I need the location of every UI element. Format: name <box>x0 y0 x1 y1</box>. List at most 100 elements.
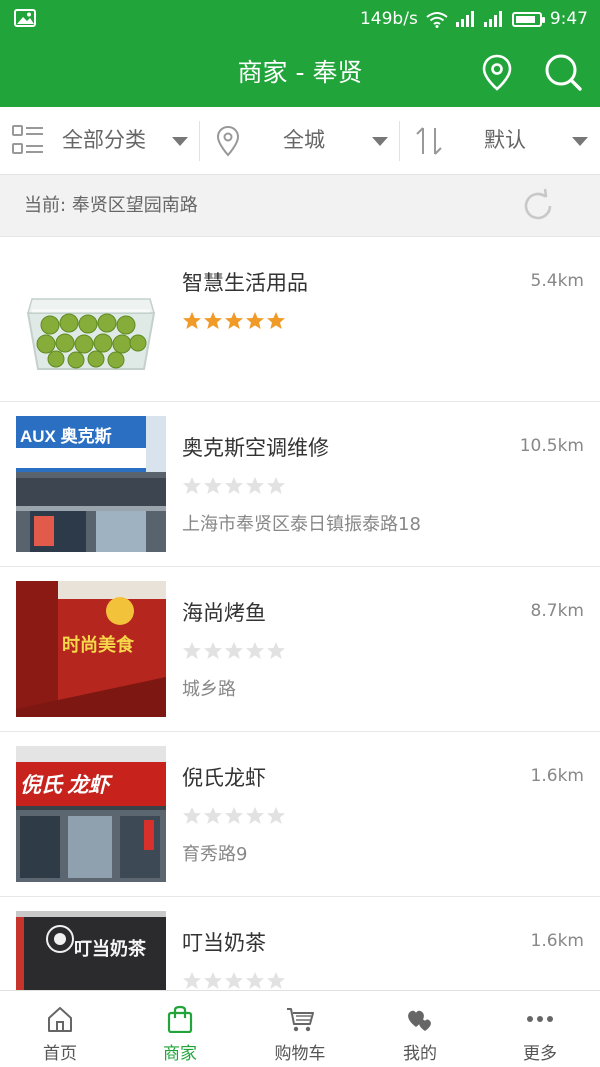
category-filter[interactable]: 全部分类 <box>0 107 199 174</box>
app-header: 商家 - 奉贤 <box>0 38 600 107</box>
shop-list-item[interactable]: 时尚美食 海尚烤鱼 8.7km 城乡路 <box>0 567 600 732</box>
chevron-down-icon <box>172 137 188 146</box>
refresh-icon <box>524 188 552 220</box>
shop-distance: 1.6km <box>530 766 584 786</box>
star-empty-icon <box>267 807 285 824</box>
wifi-icon <box>426 11 448 28</box>
location-pin-icon <box>482 54 512 91</box>
storefront-sign-text: 时尚美食 <box>62 634 135 655</box>
star-empty-icon <box>183 477 201 494</box>
shop-thumbnail: AUX 奥克斯 <box>16 416 166 552</box>
star-filled-icon <box>267 312 285 329</box>
location-pin-icon <box>216 125 240 157</box>
location-button[interactable] <box>477 52 517 92</box>
star-filled-icon <box>204 312 222 329</box>
star-empty-icon <box>204 642 222 659</box>
net-speed: 149b/s <box>359 9 418 29</box>
more-dots-icon <box>527 1016 553 1022</box>
star-empty-icon <box>246 477 264 494</box>
cart-icon <box>287 1008 314 1032</box>
chevron-down-icon <box>372 137 388 146</box>
home-icon <box>48 1007 72 1032</box>
shop-list-item[interactable]: 叮当奶茶 叮当奶茶 1.6km <box>0 897 600 990</box>
tab-cart-label: 购物车 <box>274 1044 326 1064</box>
filter-bar: 全部分类 全城 默认 <box>0 107 600 175</box>
current-location-bar: 当前: 奉贤区望园南路 <box>0 175 600 237</box>
shop-address: 上海市奉贤区泰日镇振泰路18 <box>182 514 421 535</box>
shop-list: 智慧生活用品 5.4km AUX 奥克斯 奥克斯空调维修 10.5km 上海市奉… <box>0 237 600 990</box>
shop-distance: 5.4km <box>530 271 584 291</box>
star-empty-icon <box>204 807 222 824</box>
star-empty-icon <box>267 642 285 659</box>
star-empty-icon <box>204 972 222 989</box>
shop-list-item[interactable]: 倪氏 龙虾 倪氏龙虾 1.6km 育秀路9 <box>0 732 600 897</box>
sort-filter-label: 默认 <box>484 128 526 152</box>
star-empty-icon <box>225 477 243 494</box>
hearts-icon <box>408 1010 431 1031</box>
tab-cart[interactable]: 购物车 <box>240 991 360 1067</box>
star-empty-icon <box>183 972 201 989</box>
current-location-text: 当前: 奉贤区望园南路 <box>24 195 198 216</box>
clock: 9:47 <box>549 9 588 29</box>
tab-mine[interactable]: 我的 <box>360 991 480 1067</box>
refresh-location-button[interactable] <box>520 188 556 224</box>
status-bar: 149b/s 9:47 <box>0 0 600 38</box>
shop-thumbnail: 时尚美食 <box>16 581 166 717</box>
storefront-sign-text: 叮当奶茶 <box>74 938 147 959</box>
shop-distance: 10.5km <box>519 436 584 456</box>
storefront-sign-text: 倪氏 龙虾 <box>20 773 113 797</box>
area-filter-label: 全城 <box>283 128 325 152</box>
tab-merchants-label: 商家 <box>163 1044 197 1064</box>
chevron-down-icon <box>572 137 588 146</box>
shop-list-item[interactable]: AUX 奥克斯 奥克斯空调维修 10.5km 上海市奉贤区泰日镇振泰路18 <box>0 402 600 567</box>
star-empty-icon <box>225 642 243 659</box>
star-empty-icon <box>183 807 201 824</box>
star-empty-icon <box>246 642 264 659</box>
search-icon <box>545 54 582 91</box>
tab-home-label: 首页 <box>43 1044 77 1064</box>
rating-stars <box>182 311 286 331</box>
shop-name: 海尚烤鱼 <box>182 601 266 625</box>
shop-thumbnail: 叮当奶茶 <box>16 911 166 990</box>
search-button[interactable] <box>543 52 583 92</box>
tab-merchants[interactable]: 商家 <box>120 991 240 1067</box>
tab-home[interactable]: 首页 <box>0 991 120 1067</box>
bottom-tab-bar: 首页 商家 购物车 我的 更多 <box>0 990 600 1067</box>
image-icon <box>14 9 36 27</box>
grid-list-icon <box>12 125 43 154</box>
tab-more-label: 更多 <box>523 1044 557 1064</box>
tab-mine-label: 我的 <box>403 1044 437 1064</box>
star-empty-icon <box>225 807 243 824</box>
signal-icon <box>455 11 474 27</box>
star-empty-icon <box>246 807 264 824</box>
storefront-sign-text: AUX 奥克斯 <box>20 426 112 446</box>
shop-distance: 1.6km <box>530 931 584 951</box>
rating-stars <box>182 476 286 496</box>
shopping-bag-icon <box>167 1005 193 1033</box>
signal-icon <box>483 11 502 27</box>
shop-address: 育秀路9 <box>182 844 248 865</box>
shop-thumbnail: 倪氏 龙虾 <box>16 746 166 882</box>
area-filter[interactable]: 全城 <box>200 107 399 174</box>
star-empty-icon <box>204 477 222 494</box>
battery-icon <box>511 11 545 27</box>
shop-distance: 8.7km <box>530 601 584 621</box>
star-empty-icon <box>246 972 264 989</box>
shop-name: 倪氏龙虾 <box>182 766 266 790</box>
tab-more[interactable]: 更多 <box>480 991 600 1067</box>
rating-stars <box>182 641 286 661</box>
star-filled-icon <box>246 312 264 329</box>
star-filled-icon <box>183 312 201 329</box>
shop-address: 城乡路 <box>182 679 236 700</box>
sort-icon <box>416 127 442 155</box>
star-empty-icon <box>267 477 285 494</box>
category-filter-label: 全部分类 <box>62 128 146 152</box>
shop-name: 奥克斯空调维修 <box>182 436 329 460</box>
star-filled-icon <box>225 312 243 329</box>
shop-list-item[interactable]: 智慧生活用品 5.4km <box>0 237 600 402</box>
star-empty-icon <box>267 972 285 989</box>
shop-name: 智慧生活用品 <box>182 271 308 295</box>
rating-stars <box>182 971 286 990</box>
rating-stars <box>182 806 286 826</box>
sort-filter[interactable]: 默认 <box>400 107 600 174</box>
